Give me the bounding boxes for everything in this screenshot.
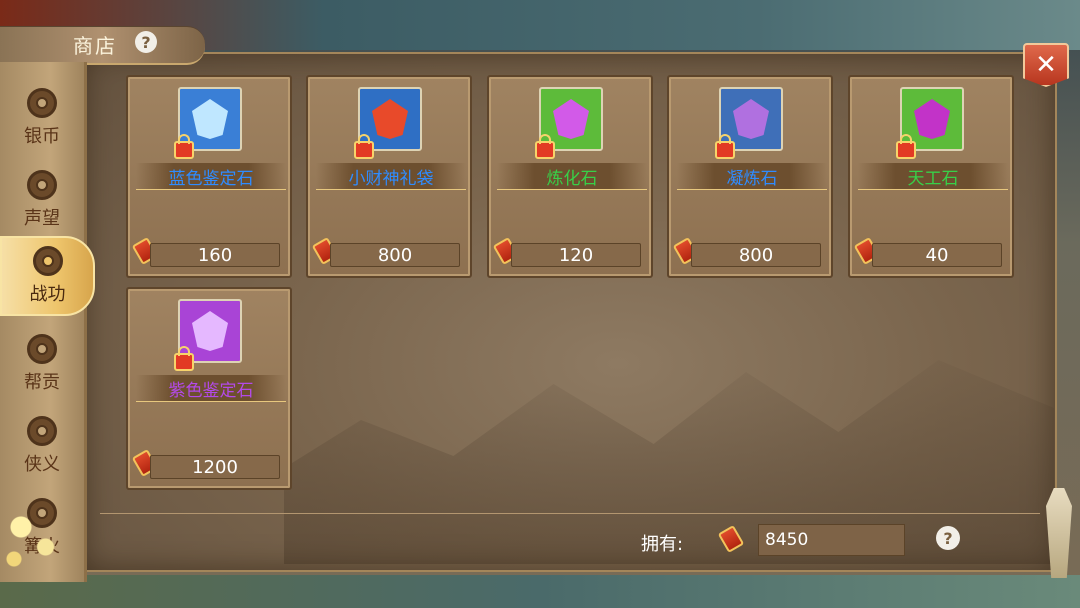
title-help-icon[interactable]: ?	[135, 31, 157, 53]
item-name: 炼化石	[497, 163, 647, 190]
sidebar-item-label: 帮贡	[24, 372, 60, 393]
background-scenery-bottom	[0, 575, 1080, 608]
item-price: 40	[872, 243, 1002, 267]
refining-stone-icon	[553, 99, 589, 139]
shop-item-card[interactable]: 紫色鉴定石 1200	[126, 287, 292, 490]
shop-item-card[interactable]: 凝炼石 800	[667, 75, 833, 278]
lock-icon	[535, 134, 555, 159]
shop-item-card[interactable]: 炼化石 120	[487, 75, 653, 278]
help-icon[interactable]: ?	[936, 526, 960, 550]
guild-icon	[27, 334, 57, 364]
page-title: 商店	[73, 34, 117, 58]
blue-identify-stone-icon	[192, 99, 228, 139]
item-price: 1200	[150, 455, 280, 479]
condensing-stone-icon	[733, 99, 769, 139]
item-price: 120	[511, 243, 641, 267]
item-price: 800	[691, 243, 821, 267]
item-name: 紫色鉴定石	[136, 375, 286, 402]
sidebar-item-label: 银币	[24, 126, 60, 147]
shop-item-card[interactable]: 小财神礼袋 800	[306, 75, 472, 278]
item-icon	[174, 87, 242, 159]
sidebar-item-label: 声望	[24, 208, 60, 229]
lock-icon	[354, 134, 374, 159]
flower-decoration	[0, 495, 70, 575]
item-icon	[715, 87, 783, 159]
owned-amount: 8450	[758, 524, 905, 556]
item-name: 凝炼石	[677, 163, 827, 190]
owned-label: 拥有:	[641, 534, 684, 555]
lock-icon	[174, 346, 194, 371]
mountain-backdrop	[284, 360, 1054, 564]
item-icon	[354, 87, 422, 159]
close-button[interactable]: ✕	[1023, 43, 1069, 87]
sidebar-item-silver[interactable]: 银币	[0, 78, 84, 158]
chivalry-icon	[27, 416, 57, 446]
sidebar-item-label: 侠义	[24, 454, 60, 475]
item-icon	[174, 299, 242, 371]
sidebar-item-reputation[interactable]: 声望	[0, 160, 84, 240]
sidebar-item-label: 战功	[29, 284, 66, 305]
item-icon	[896, 87, 964, 159]
item-name: 小财神礼袋	[316, 163, 466, 190]
item-name: 蓝色鉴定石	[136, 163, 286, 190]
coin-icon	[27, 88, 57, 118]
lock-icon	[715, 134, 735, 159]
craft-stone-icon	[914, 99, 950, 139]
item-price: 160	[150, 243, 280, 267]
purple-identify-stone-icon	[192, 311, 228, 351]
footer-divider	[100, 513, 1040, 514]
fortune-gift-bag-icon	[372, 99, 408, 139]
sidebar-item-merit[interactable]: 战功	[0, 236, 95, 316]
reputation-icon	[27, 170, 57, 200]
item-icon	[535, 87, 603, 159]
shop-item-card[interactable]: 天工石 40	[848, 75, 1014, 278]
lock-icon	[896, 134, 916, 159]
item-price: 800	[330, 243, 460, 267]
shop-item-card[interactable]: 蓝色鉴定石 160	[126, 75, 292, 278]
lock-icon	[174, 134, 194, 159]
sidebar-item-guild[interactable]: 帮贡	[0, 324, 84, 404]
sidebar-item-chivalry[interactable]: 侠义	[0, 406, 84, 486]
merit-icon	[32, 246, 63, 276]
item-name: 天工石	[858, 163, 1008, 190]
